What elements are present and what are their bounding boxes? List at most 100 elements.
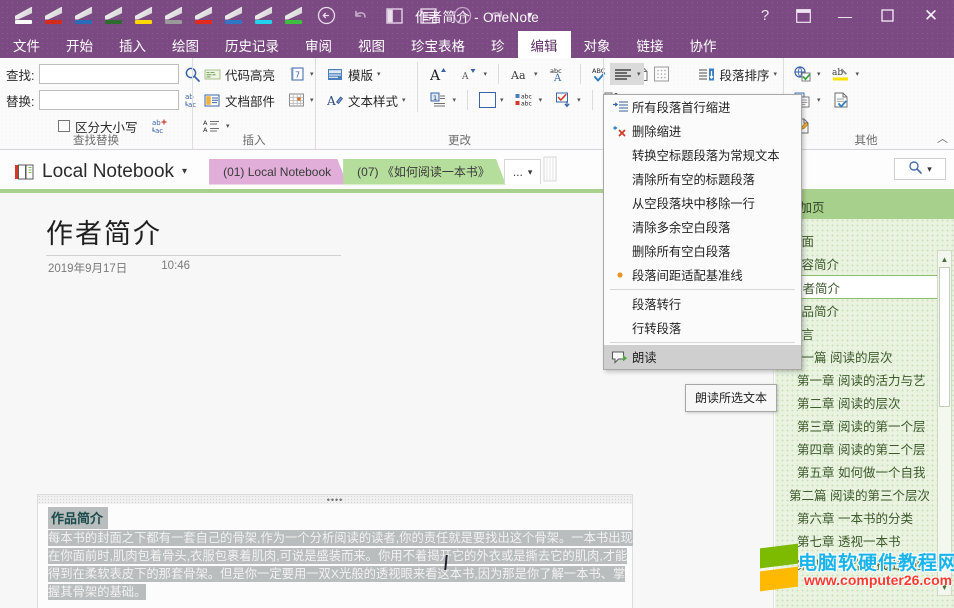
redo-icon[interactable] (484, 4, 508, 28)
menu-item-clear-extra-blank-paragraphs[interactable]: 清除多余空白段落 (604, 215, 801, 239)
change-case-button[interactable]: Aa ▾ (507, 63, 541, 85)
menu-item-indent-first-line[interactable]: 所有段落首行缩进 (604, 95, 801, 119)
highlight-marker-button[interactable]: ab ▾ (829, 63, 863, 85)
scrollbar-thumb[interactable] (939, 267, 950, 407)
menu-item-paragraph-spacing-baseline[interactable]: 段落间距适配基准线 (604, 263, 801, 287)
pen-red-icon[interactable] (44, 6, 64, 26)
numbered-page-button[interactable]: 7 ▾ (283, 63, 317, 85)
minimize-button[interactable]: — (824, 0, 866, 31)
notebook-selector[interactable]: Local Notebook ▾ (0, 161, 187, 183)
close-button[interactable]: ✕ (908, 0, 954, 31)
menu-item-remove-indent[interactable]: 删除缩进 (604, 119, 801, 143)
tab-collaborate[interactable]: 协作 (677, 31, 730, 58)
note-container[interactable]: •••• 作品简介 每本书的封面之下都有一套自己的骨架,作为一个分析阅读的读者,… (37, 494, 633, 608)
tab-link[interactable]: 链接 (624, 31, 677, 58)
tab-view[interactable]: 视图 (345, 31, 398, 58)
grid-dots-button[interactable] (649, 63, 675, 85)
page-item-chapter-8[interactable]: 第八章 与作者找出共通 (775, 552, 954, 575)
tab-edit[interactable]: 编辑 (518, 31, 571, 58)
align-menu-button[interactable]: ▾ (610, 63, 644, 85)
page-item-chapter-3[interactable]: 第三章 阅读的第一个层 (775, 414, 954, 437)
page-item-chapter-5[interactable]: 第五章 如何做一个自我 (775, 460, 954, 483)
page-item-chapter-1[interactable]: 第一章 阅读的活力与艺 (775, 368, 954, 391)
customize-qat-icon[interactable]: ▾ (518, 4, 542, 28)
grow-font-button[interactable]: A (426, 63, 452, 85)
page-item-part-two[interactable]: 第二篇 阅读的第三个层次 (775, 483, 954, 506)
forward-circle-icon[interactable] (450, 4, 474, 28)
tab-insert[interactable]: 插入 (106, 31, 159, 58)
table-button[interactable]: ▾ (283, 89, 317, 111)
pen-green-icon[interactable] (284, 6, 304, 26)
pen-darkgreen-icon[interactable] (104, 6, 124, 26)
scroll-up-icon[interactable]: ▲ (938, 252, 951, 266)
search-box[interactable]: ▾ (894, 158, 946, 180)
undo-icon[interactable] (348, 4, 372, 28)
page-item-chapter-6[interactable]: 第六章 一本书的分类 (775, 506, 954, 529)
menu-item-clear-empty-headings[interactable]: 清除所有空的标题段落 (604, 167, 801, 191)
full-page-icon[interactable] (416, 4, 440, 28)
ribbon-display-options-icon[interactable] (782, 0, 824, 31)
tab-history[interactable]: 历史记录 (212, 31, 292, 58)
tab-gem[interactable]: 珍 (478, 31, 518, 58)
tab-review[interactable]: 审阅 (292, 31, 345, 58)
tab-object[interactable]: 对象 (571, 31, 624, 58)
tab-draw[interactable]: 绘图 (159, 31, 212, 58)
template-button[interactable]: 模版 ▾ (322, 63, 384, 85)
page-title[interactable]: 作者简介 (46, 212, 162, 251)
translate-check-button[interactable]: ▾ (790, 63, 824, 85)
border-box-button[interactable]: ▾ (476, 89, 507, 111)
page-check-button[interactable] (829, 89, 855, 111)
page-list-scrollbar[interactable]: ▲ ▼ (937, 250, 952, 596)
menu-item-delete-all-blank-paragraphs[interactable]: 删除所有空白段落 (604, 239, 801, 263)
scroll-down-icon[interactable]: ▼ (938, 580, 951, 594)
tag-check-button[interactable]: ▾ (550, 89, 584, 111)
help-icon[interactable]: ? (748, 0, 782, 31)
tab-gem-table[interactable]: 珍宝表格 (398, 31, 478, 58)
tab-home[interactable]: 开始 (53, 31, 106, 58)
pen-cyan-icon[interactable] (254, 6, 274, 26)
menu-item-remove-one-line[interactable]: 从空段落块中移除一行 (604, 191, 801, 215)
paragraph-sort-button[interactable]: 段落排序 ▾ (694, 63, 781, 85)
doc-parts-button[interactable]: 文档部件 (199, 89, 278, 111)
ribbon-group-change: 模版 ▾ A 文本样式 ▾ (315, 58, 603, 149)
pen-gray-icon[interactable] (164, 6, 184, 26)
section-tab-how-to-read-a-book[interactable]: (07) 《如何阅读一本书》 (343, 159, 506, 185)
paragraph-format-dropdown: 所有段落首行缩进 删除缩进 转换空标题段落为常规文本 清除所有空的标题段落 从空… (603, 94, 802, 370)
page-item-chapter-2[interactable]: 第二章 阅读的层次 (775, 391, 954, 414)
section-overflow-button[interactable]: ... ▾ (504, 159, 542, 184)
pen-blue2-icon[interactable] (224, 6, 244, 26)
numbering-button[interactable]: 1 ▾ (426, 89, 460, 111)
spelling-button[interactable]: abcA (546, 63, 572, 85)
note-content[interactable]: 作品简介 每本书的封面之下都有一套自己的骨架,作为一个分析阅读的读者,你的责任就… (48, 507, 626, 601)
pen-yellow-icon[interactable] (134, 6, 154, 26)
back-circle-icon[interactable] (314, 4, 338, 28)
note-drag-handle[interactable]: •••• (38, 495, 632, 504)
page-item-chapter-4[interactable]: 第四章 阅读的第二个层 (775, 437, 954, 460)
maximize-button[interactable] (866, 0, 908, 31)
find-input[interactable] (39, 64, 179, 84)
page-item-chapter-7[interactable]: 第七章 透视一本书 (775, 529, 954, 552)
pen-red2-icon[interactable] (194, 6, 214, 26)
page-panel-icon[interactable] (382, 4, 406, 28)
quick-access-toolbar: ▾ (0, 0, 542, 31)
svg-text:abc: abc (521, 94, 532, 101)
search-caret-icon[interactable]: ▾ (927, 164, 932, 175)
pen-white-icon[interactable] (14, 6, 34, 26)
menu-item-paragraph-to-line[interactable]: 段落转行 (604, 292, 801, 316)
code-highlight-button[interactable]: 代码高亮 (199, 63, 278, 85)
pen-blue-icon[interactable] (74, 6, 94, 26)
menu-item-speak[interactable]: 朗读 (604, 345, 801, 369)
menu-item-label: 段落间距适配基准线 (632, 266, 743, 284)
notebook-caret-icon[interactable]: ▾ (182, 166, 187, 177)
menu-item-line-to-paragraph[interactable]: 行转段落 (604, 316, 801, 340)
menu-item-convert-empty-heading[interactable]: 转换空标题段落为常规文本 (604, 143, 801, 167)
tab-file[interactable]: 文件 (0, 31, 53, 58)
replace-input[interactable] (39, 90, 179, 110)
match-case-checkbox[interactable] (58, 120, 70, 132)
note-body[interactable]: 每本书的封面之下都有一套自己的骨架,作为一个分析阅读的读者,你的责任就是要找出这… (48, 530, 633, 600)
collapse-ribbon-button[interactable]: ︿ (937, 130, 948, 146)
text-style-button[interactable]: A 文本样式 ▾ (322, 89, 409, 111)
shrink-font-button[interactable]: A ▾ (457, 63, 491, 85)
abc-list-button[interactable]: abcabc ▾ (512, 89, 546, 111)
section-tab-local-notebook[interactable]: (01) Local Notebook (209, 159, 347, 185)
